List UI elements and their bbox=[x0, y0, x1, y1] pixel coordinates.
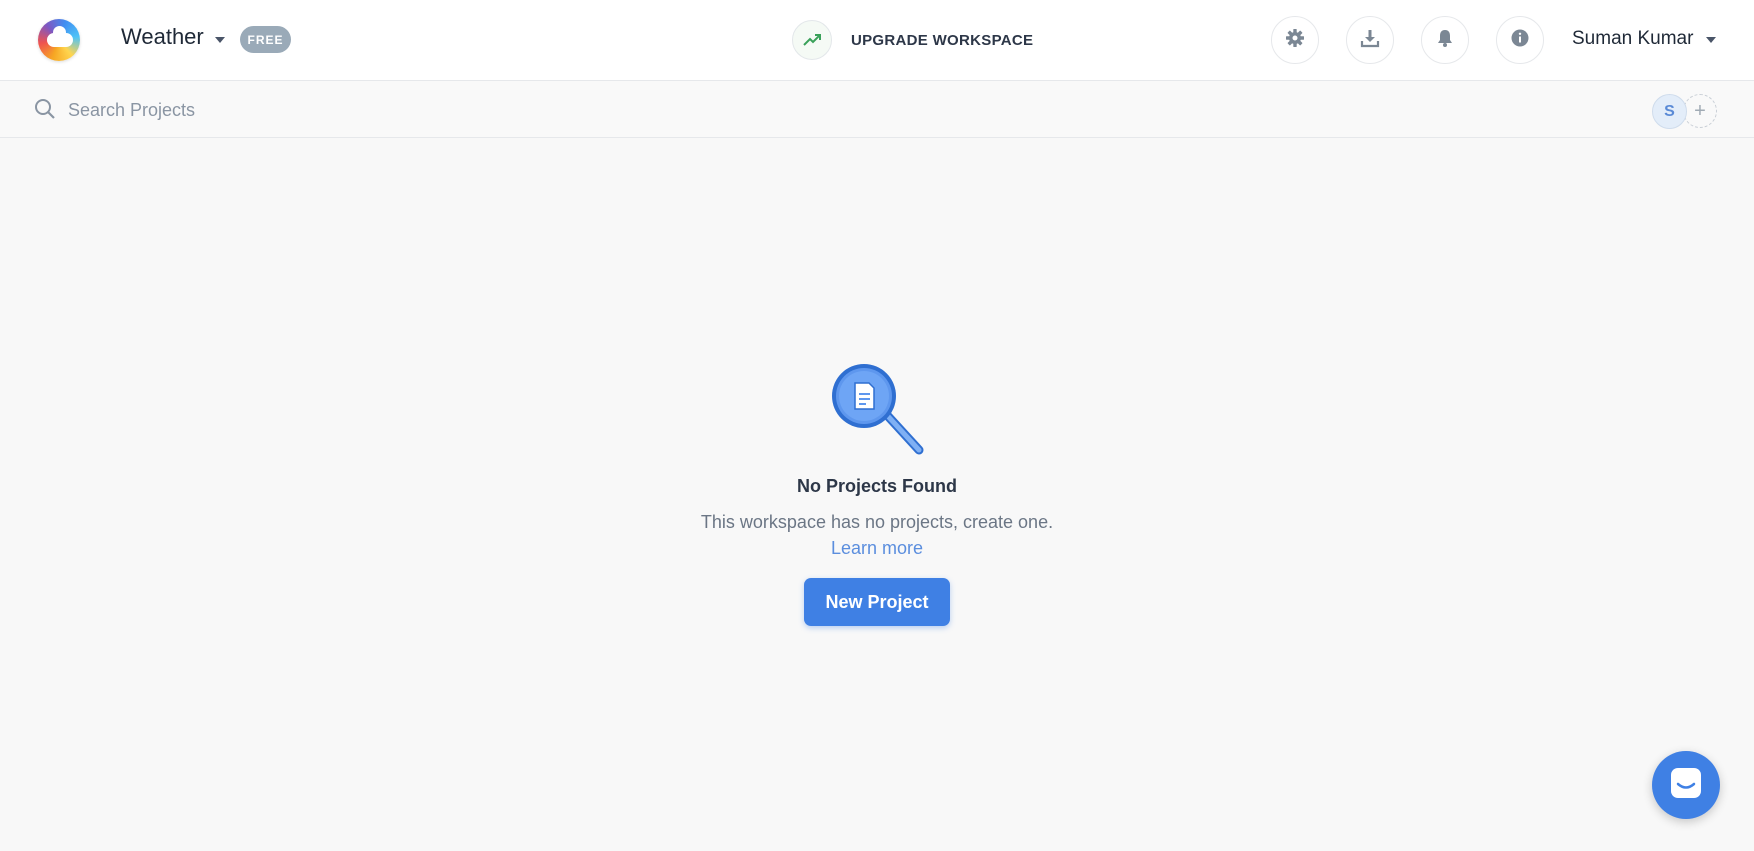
magnifier-document-icon bbox=[828, 362, 928, 462]
add-member-button[interactable]: + bbox=[1683, 94, 1717, 128]
chat-launcher-button[interactable] bbox=[1652, 751, 1720, 819]
bell-icon bbox=[1435, 28, 1455, 53]
search-bar bbox=[0, 81, 1754, 138]
learn-more-link[interactable]: Learn more bbox=[831, 538, 923, 558]
trending-up-icon bbox=[792, 20, 832, 60]
download-icon bbox=[1360, 28, 1380, 53]
user-menu[interactable]: Suman Kumar bbox=[1572, 28, 1693, 50]
notifications-button[interactable] bbox=[1421, 16, 1469, 64]
workspace-name[interactable]: Weather bbox=[121, 24, 204, 50]
settings-icon bbox=[1285, 28, 1305, 53]
settings-button[interactable] bbox=[1271, 16, 1319, 64]
info-button[interactable] bbox=[1496, 16, 1544, 64]
upgrade-workspace-button[interactable]: UPGRADE WORKSPACE bbox=[792, 20, 1033, 60]
download-button[interactable] bbox=[1346, 16, 1394, 64]
avatar[interactable]: S bbox=[1652, 94, 1687, 129]
app-logo[interactable] bbox=[38, 19, 80, 61]
plan-badge: FREE bbox=[240, 26, 291, 53]
chat-icon bbox=[1669, 766, 1703, 805]
chevron-down-icon[interactable] bbox=[1706, 37, 1716, 43]
empty-state-description: This workspace has no projects, create o… bbox=[677, 509, 1077, 561]
search-input[interactable] bbox=[66, 95, 670, 125]
empty-state-text: This workspace has no projects, create o… bbox=[700, 512, 1054, 532]
upgrade-workspace-label: UPGRADE WORKSPACE bbox=[851, 31, 1034, 49]
empty-state-title: No Projects Found bbox=[796, 476, 957, 496]
top-bar: Weather FREE UPGRADE WORKSPACE Suman Kum… bbox=[0, 0, 1754, 81]
info-icon bbox=[1510, 28, 1530, 53]
new-project-button[interactable]: New Project bbox=[804, 578, 950, 626]
chevron-down-icon[interactable] bbox=[215, 37, 225, 43]
cloud-icon bbox=[47, 26, 73, 47]
search-icon bbox=[34, 98, 56, 125]
